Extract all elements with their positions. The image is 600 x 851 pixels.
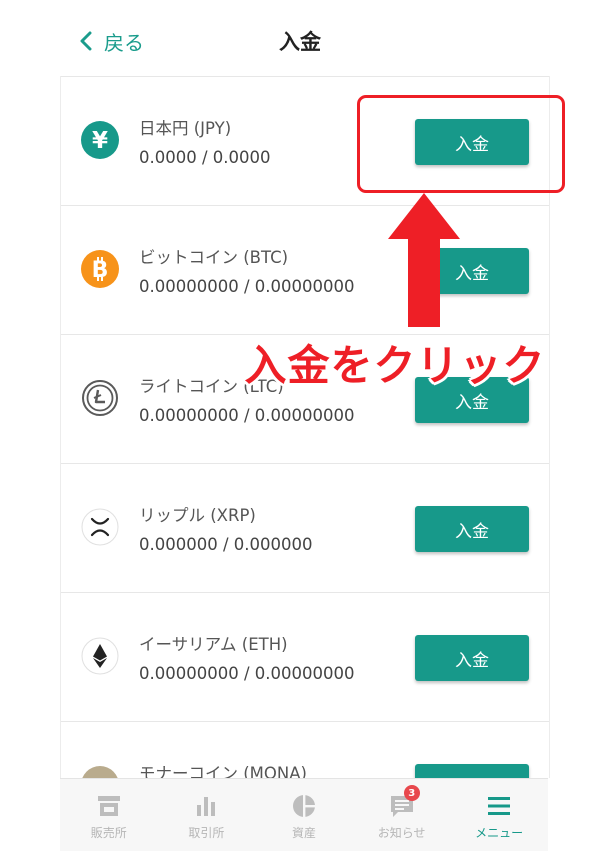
list-item-eth: イーサリアム (ETH) 0.00000000 / 0.00000000 入金 <box>61 592 549 722</box>
deposit-button-mona[interactable]: 入金 <box>415 764 529 778</box>
coin-name: 日本円 (JPY) <box>139 119 232 138</box>
tab-assets[interactable]: 資産 <box>255 779 353 851</box>
tab-label: 資産 <box>291 826 316 840</box>
menu-icon <box>488 797 511 815</box>
tab-bar: 販売所 取引所 資産 3 お知らせ メニュー <box>60 778 548 851</box>
deposit-button-xrp[interactable]: 入金 <box>415 506 529 552</box>
tab-label: メニュー <box>475 826 524 840</box>
annotation-text: 入金をクリック <box>244 341 546 390</box>
coin-balance: 0.00000000 / 0.00000000 <box>139 664 355 683</box>
coin-name: モナーコイン (MONA) <box>139 764 307 778</box>
deposit-button-eth[interactable]: 入金 <box>415 635 529 681</box>
tab-exchange[interactable]: 取引所 <box>158 779 256 851</box>
monacoin-icon <box>81 766 119 778</box>
shop-icon <box>97 796 120 816</box>
tab-notifications[interactable]: 3 お知らせ <box>353 779 451 851</box>
coin-balance: 0.00000000 / 0.00000000 <box>139 277 355 296</box>
coin-name: イーサリアム (ETH) <box>139 635 288 654</box>
bar-chart-icon <box>197 797 216 816</box>
notification-badge: 3 <box>403 785 420 801</box>
coin-balance: 0.0000 / 0.0000 <box>139 148 271 167</box>
tab-label: 販売所 <box>90 826 127 840</box>
header: 戻る 入金 <box>0 0 600 76</box>
list-item-btc: B ビットコイン (BTC) 0.00000000 / 0.00000000 入… <box>61 205 549 335</box>
tab-label: お知らせ <box>377 826 426 840</box>
tab-menu[interactable]: メニュー <box>450 779 548 851</box>
highlight-box <box>357 95 565 193</box>
coin-balance: 0.000000 / 0.000000 <box>139 535 313 554</box>
svg-text:¥: ¥ <box>92 128 108 154</box>
tab-label: 取引所 <box>188 826 225 840</box>
tab-shop[interactable]: 販売所 <box>60 779 158 851</box>
bitcoin-icon: B <box>81 250 119 288</box>
pie-chart-icon <box>292 794 316 818</box>
coin-name: ビットコイン (BTC) <box>139 248 289 267</box>
coin-name: リップル (XRP) <box>139 506 256 525</box>
yen-icon: ¥ <box>81 121 119 159</box>
list-item-xrp: リップル (XRP) 0.000000 / 0.000000 入金 <box>61 463 549 593</box>
svg-text:B: B <box>92 258 109 283</box>
coin-balance: 0.00000000 / 0.00000000 <box>139 406 355 425</box>
ripple-icon <box>81 508 119 546</box>
list-item-mona: モナーコイン (MONA) 入金 <box>61 721 549 778</box>
ethereum-icon <box>81 637 119 675</box>
arrow-up-icon <box>388 193 460 327</box>
page-title: 入金 <box>279 30 321 54</box>
